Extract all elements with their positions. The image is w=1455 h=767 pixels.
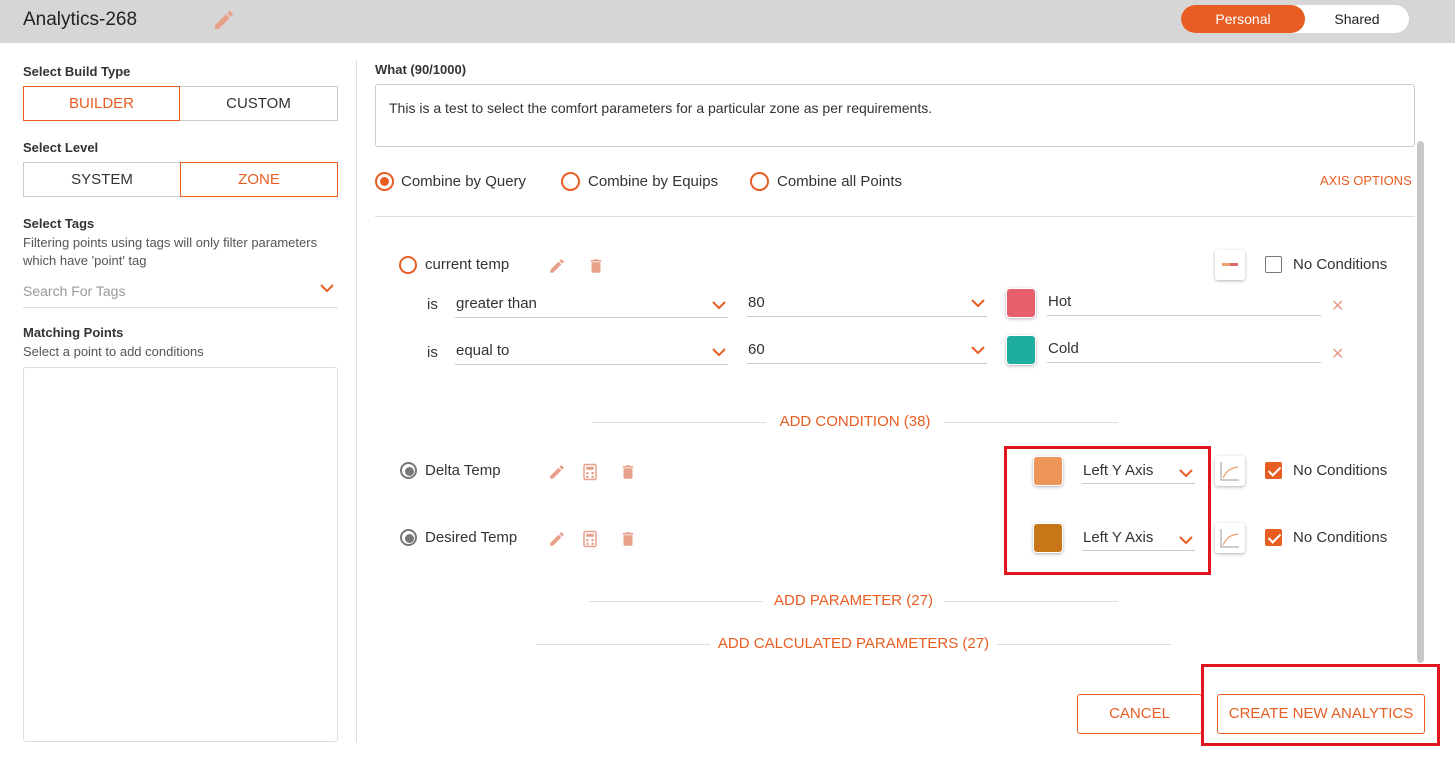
chart-type-button[interactable] (1215, 523, 1245, 553)
calculator-icon[interactable] (581, 463, 599, 481)
zone-button[interactable]: ZONE (180, 162, 338, 197)
condition-value-select[interactable]: 80 (747, 289, 987, 317)
line-style-icon (1222, 263, 1238, 266)
param-current-temp-radio[interactable] (399, 256, 417, 274)
remove-condition-icon[interactable]: ✕ (1331, 296, 1344, 316)
matching-points-list[interactable] (23, 367, 338, 742)
condition-value: 60 (748, 341, 765, 358)
tags-help-text: Filtering points using tags will only fi… (23, 235, 318, 268)
combine-by-equips-radio[interactable] (561, 172, 580, 191)
edit-pencil-icon[interactable] (212, 8, 236, 32)
chevron-down-icon[interactable] (320, 283, 334, 293)
chevron-down-icon (712, 348, 726, 357)
divider-line (944, 601, 1118, 602)
highlight-box (1004, 446, 1211, 575)
no-conditions-label: No Conditions (1293, 529, 1388, 546)
divider-line (997, 644, 1171, 645)
trash-icon[interactable] (587, 257, 605, 275)
combine-all-points-label[interactable]: Combine all Points (777, 173, 902, 190)
param-desired-temp-name: Desired Temp (425, 529, 518, 546)
cancel-button[interactable]: CANCEL (1077, 694, 1202, 734)
add-calculated-parameters-button[interactable]: ADD CALCULATED PARAMETERS (27) (710, 635, 997, 652)
condition-label-value: Cold (1048, 340, 1079, 357)
matching-points-help: Select a point to add conditions (23, 344, 204, 359)
line-chart-icon (1220, 529, 1239, 548)
condition-label-input[interactable]: Hot (1047, 288, 1321, 316)
no-conditions-checkbox[interactable] (1265, 256, 1282, 273)
builder-button[interactable]: BUILDER (23, 86, 180, 121)
toggle-personal[interactable]: Personal (1181, 5, 1305, 33)
edit-pencil-icon[interactable] (548, 530, 566, 548)
tag-search-input[interactable]: Search For Tags (23, 279, 338, 308)
add-condition-button[interactable]: ADD CONDITION (38) (766, 413, 944, 430)
param-desired-temp-radio[interactable] (400, 529, 417, 546)
combine-all-points-radio[interactable] (750, 172, 769, 191)
chart-type-button[interactable] (1215, 250, 1245, 280)
build-type-label: Select Build Type (23, 64, 131, 79)
header-bar: Analytics-268 Personal Shared (0, 0, 1455, 43)
divider-line (589, 601, 763, 602)
operator-value: equal to (456, 342, 510, 359)
chevron-down-icon (971, 346, 985, 355)
edit-pencil-icon[interactable] (548, 463, 566, 481)
tag-search-placeholder: Search For Tags (23, 283, 126, 299)
condition-is-label: is (427, 296, 438, 313)
condition-label-value: Hot (1048, 293, 1072, 310)
vertical-divider (356, 60, 357, 742)
highlight-box (1201, 664, 1440, 746)
condition-value-select[interactable]: 60 (747, 336, 987, 364)
divider-line (592, 422, 766, 423)
axis-options-link[interactable]: AXIS OPTIONS (1320, 173, 1412, 188)
chevron-down-icon (712, 301, 726, 310)
custom-button[interactable]: CUSTOM (180, 86, 338, 121)
add-parameter-button[interactable]: ADD PARAMETER (27) (763, 592, 944, 609)
no-conditions-checkbox[interactable] (1265, 529, 1282, 546)
personal-shared-toggle[interactable]: Personal Shared (1181, 5, 1409, 33)
calculator-icon[interactable] (581, 530, 599, 548)
toggle-shared[interactable]: Shared (1305, 5, 1409, 33)
edit-pencil-icon[interactable] (548, 257, 566, 275)
scrollbar-thumb[interactable] (1417, 141, 1424, 663)
trash-icon[interactable] (619, 463, 637, 481)
remove-condition-icon[interactable]: ✕ (1331, 344, 1344, 364)
analytics-title: Analytics-268 (23, 9, 138, 30)
condition-color-swatch[interactable] (1006, 335, 1036, 365)
operator-value: greater than (456, 295, 537, 312)
divider-line (944, 422, 1118, 423)
combine-by-equips-label[interactable]: Combine by Equips (588, 173, 718, 190)
combine-by-query-label[interactable]: Combine by Query (401, 173, 526, 190)
chevron-down-icon (971, 299, 985, 308)
condition-label-input[interactable]: Cold (1047, 335, 1321, 363)
operator-select[interactable]: equal to (455, 337, 728, 365)
matching-points-label: Matching Points (23, 325, 124, 340)
param-current-temp-name: current temp (425, 256, 510, 273)
condition-color-swatch[interactable] (1006, 288, 1036, 318)
no-conditions-label: No Conditions (1293, 256, 1388, 273)
no-conditions-checkbox[interactable] (1265, 462, 1282, 479)
operator-select[interactable]: greater than (455, 290, 728, 318)
param-delta-temp-radio[interactable] (400, 462, 417, 479)
no-conditions-label: No Conditions (1293, 462, 1388, 479)
condition-value: 80 (748, 294, 765, 311)
divider-line (536, 644, 710, 645)
trash-icon[interactable] (619, 530, 637, 548)
select-level-label: Select Level (23, 140, 99, 155)
what-textarea[interactable]: This is a test to select the comfort par… (375, 84, 1415, 147)
section-divider (375, 216, 1415, 217)
chart-type-button[interactable] (1215, 456, 1245, 486)
param-delta-temp-name: Delta Temp (425, 462, 501, 479)
system-button[interactable]: SYSTEM (23, 162, 180, 197)
what-label: What (90/1000) (375, 62, 467, 77)
line-chart-icon (1220, 462, 1239, 481)
combine-by-query-radio[interactable] (375, 172, 394, 191)
select-tags-label: Select Tags (23, 216, 95, 231)
condition-is-label: is (427, 344, 438, 361)
